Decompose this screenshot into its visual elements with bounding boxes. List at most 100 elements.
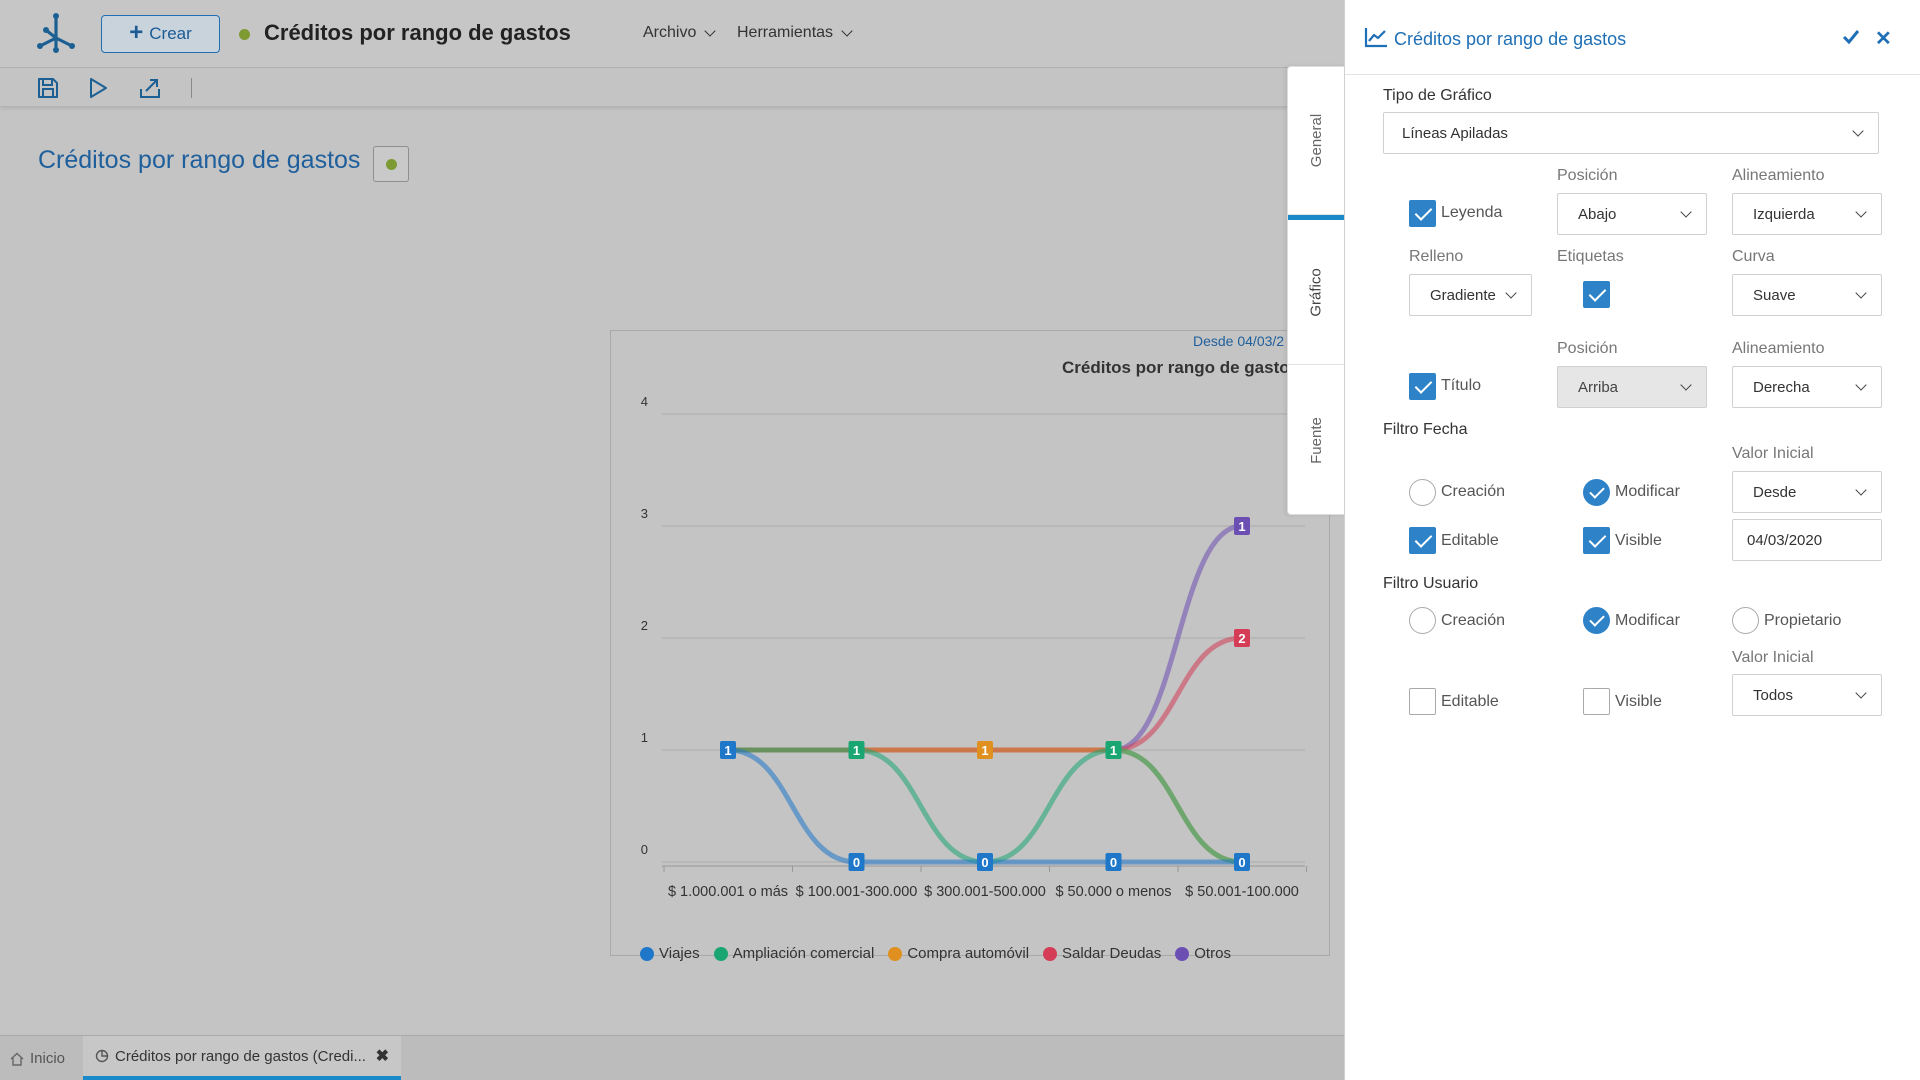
tab-home[interactable]: Inicio	[10, 1036, 65, 1080]
tab-fuente-label: Fuente	[1307, 416, 1325, 464]
user-editable-checkbox[interactable]	[1409, 688, 1436, 715]
legend-position-select[interactable]: Abajo	[1557, 193, 1707, 235]
point-label: 1	[1110, 743, 1117, 758]
legend-align-value: Izquierda	[1753, 205, 1815, 223]
point-label: 0	[981, 855, 988, 870]
series-line	[725, 747, 1245, 865]
x-tick-label: $ 50.001-100.000	[1185, 884, 1299, 900]
point-label: 0	[853, 855, 860, 870]
title-position-label: Posición	[1557, 340, 1618, 357]
x-tick-label: $ 50.000 o menos	[1055, 884, 1171, 900]
legend-swatch	[640, 946, 654, 961]
chevron-down-icon	[1855, 287, 1867, 299]
legend-label: Viajes	[659, 945, 700, 962]
chevron-down-icon	[1852, 125, 1864, 137]
legend-item[interactable]: Ampliación comercial	[713, 945, 874, 962]
fill-select[interactable]: Gradiente	[1409, 274, 1532, 316]
menu-herramientas-label: Herramientas	[737, 24, 834, 41]
chevron-down-icon	[1855, 484, 1867, 496]
user-visible-label: Visible	[1615, 693, 1662, 710]
title-align-select[interactable]: Derecha	[1732, 366, 1882, 408]
date-value-input[interactable]: 04/03/2020	[1732, 519, 1882, 561]
legend-label: Compra automóvil	[907, 945, 1030, 962]
title-align-value: Derecha	[1753, 378, 1810, 396]
point-label: 1	[724, 743, 731, 758]
legend-item[interactable]: Saldar Deudas	[1043, 945, 1161, 962]
legend-label: Saldar Deudas	[1062, 945, 1162, 962]
bottom-tab-bar: Inicio Créditos por rango de gastos (Cre…	[0, 1035, 1345, 1080]
legend-item[interactable]: Compra automóvil	[888, 945, 1029, 962]
home-icon	[10, 1052, 24, 1066]
confirm-check-icon[interactable]	[1841, 27, 1861, 47]
date-filter-label: Filtro Fecha	[1383, 421, 1468, 438]
close-icon[interactable]: ✖	[376, 1046, 389, 1066]
status-dot	[385, 158, 397, 170]
user-creation-radio[interactable]	[1409, 607, 1436, 634]
document-title: Créditos por rango de gastos	[264, 20, 571, 45]
save-icon[interactable]	[36, 76, 60, 100]
title-position-value: Arriba	[1578, 378, 1619, 396]
tab-general[interactable]: General	[1288, 67, 1345, 215]
report-status-button[interactable]	[373, 146, 409, 182]
user-editable-label: Editable	[1441, 693, 1499, 710]
x-tick-label: $ 100.001-300.000	[796, 884, 918, 900]
date-visible-checkbox[interactable]	[1583, 527, 1610, 554]
tab-report-label: Créditos por rango de gastos (Credi...	[115, 1047, 366, 1065]
x-tick-label: $ 1.000.001 o más	[668, 884, 788, 900]
user-modify-radio[interactable]	[1583, 607, 1610, 634]
date-creation-label: Creación	[1441, 483, 1506, 500]
tab-grafico[interactable]: Gráfico	[1288, 215, 1345, 365]
date-modify-radio[interactable]	[1583, 479, 1610, 506]
tab-home-label: Inicio	[30, 1050, 66, 1067]
curve-value: Suave	[1753, 286, 1796, 304]
user-initial-value: Todos	[1753, 686, 1794, 704]
line-chart-icon	[1364, 28, 1387, 48]
user-owner-radio[interactable]	[1732, 607, 1759, 634]
y-tick-label: 0	[641, 842, 648, 857]
date-editable-checkbox[interactable]	[1409, 527, 1436, 554]
menu-herramientas[interactable]: Herramientas	[737, 24, 853, 42]
chevron-down-icon	[1855, 206, 1867, 218]
x-tick-label: $ 300.001-500.000	[924, 884, 1046, 900]
chevron-down-icon	[1855, 379, 1867, 391]
tab-report[interactable]: Créditos por rango de gastos (Credi... ✖	[83, 1036, 401, 1080]
tab-fuente[interactable]: Fuente	[1288, 365, 1345, 515]
curve-label: Curva	[1732, 248, 1775, 265]
title-checkbox[interactable]	[1409, 373, 1436, 400]
report-title: Créditos por rango de gastos	[38, 146, 361, 174]
chevron-down-icon	[704, 25, 717, 37]
chevron-down-icon	[1680, 379, 1692, 391]
title-position-select[interactable]: Arriba	[1557, 366, 1707, 408]
legend-checkbox-label: Leyenda	[1441, 204, 1503, 221]
user-visible-checkbox[interactable]	[1583, 688, 1610, 715]
series-line	[725, 635, 1245, 753]
legend-checkbox[interactable]	[1409, 200, 1436, 227]
app-logo-icon[interactable]	[34, 12, 78, 56]
legend-swatch	[1043, 946, 1058, 961]
status-dot	[239, 29, 250, 40]
chart-legend: Viajes Ampliación comercial Compra automóv…	[640, 945, 1231, 962]
legend-align-select[interactable]: Izquierda	[1732, 193, 1882, 235]
curve-select[interactable]: Suave	[1732, 274, 1882, 316]
legend-label: Otros	[1194, 945, 1231, 962]
date-creation-radio[interactable]	[1409, 479, 1436, 506]
chart-type-select[interactable]: Líneas Apiladas	[1383, 112, 1879, 154]
legend-swatch	[888, 946, 903, 961]
legend-align-label: Alineamiento	[1732, 167, 1825, 184]
date-initial-select[interactable]: Desde	[1732, 471, 1882, 513]
menu-archivo[interactable]: Archivo	[643, 24, 717, 42]
y-tick-label: 2	[641, 618, 648, 633]
data-labels-checkbox[interactable]	[1583, 281, 1610, 308]
legend-item[interactable]: Otros	[1175, 945, 1231, 962]
create-button[interactable]: + Crear	[101, 15, 220, 53]
close-panel-icon[interactable]: ✕	[1875, 26, 1892, 51]
y-tick-label: 3	[641, 506, 648, 521]
play-icon[interactable]	[86, 76, 110, 100]
chevron-down-icon	[1505, 287, 1517, 299]
user-initial-select[interactable]: Todos	[1732, 674, 1882, 716]
export-icon[interactable]	[138, 76, 162, 100]
panel-header: Créditos por rango de gastos ✕	[1345, 0, 1920, 75]
legend-item[interactable]: Viajes	[640, 945, 700, 962]
chevron-down-icon	[841, 25, 853, 37]
toolbar-divider	[191, 78, 192, 98]
